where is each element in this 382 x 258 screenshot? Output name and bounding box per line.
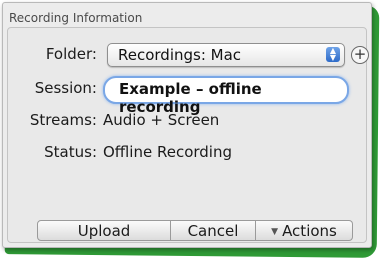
- session-label: Session:: [34, 79, 97, 97]
- status-value: Offline Recording: [103, 143, 233, 161]
- folder-label: Folder:: [45, 45, 97, 63]
- streams-value: Audio + Screen: [103, 111, 220, 129]
- cancel-button[interactable]: Cancel: [171, 220, 256, 241]
- status-label: Status:: [44, 143, 97, 161]
- up-down-arrows-icon: ▲ ▼: [326, 47, 340, 62]
- session-input[interactable]: Example – offline recording: [103, 76, 349, 116]
- upload-button[interactable]: Upload: [37, 220, 171, 241]
- folder-popup[interactable]: Recordings: Mac ▲ ▼: [107, 43, 345, 67]
- actions-label: Actions: [282, 222, 337, 240]
- plus-circle-icon[interactable]: +: [351, 46, 369, 64]
- actions-button[interactable]: ▼ Actions: [256, 220, 353, 241]
- recording-info-panel: Recording Information Folder: Recordings…: [2, 2, 372, 248]
- panel-title: Recording Information: [9, 11, 143, 25]
- triangle-down-icon: ▼: [271, 227, 279, 237]
- streams-label: Streams:: [29, 111, 97, 129]
- button-bar: Upload Cancel ▼ Actions: [37, 220, 359, 242]
- folder-selected: Recordings: Mac: [118, 46, 242, 64]
